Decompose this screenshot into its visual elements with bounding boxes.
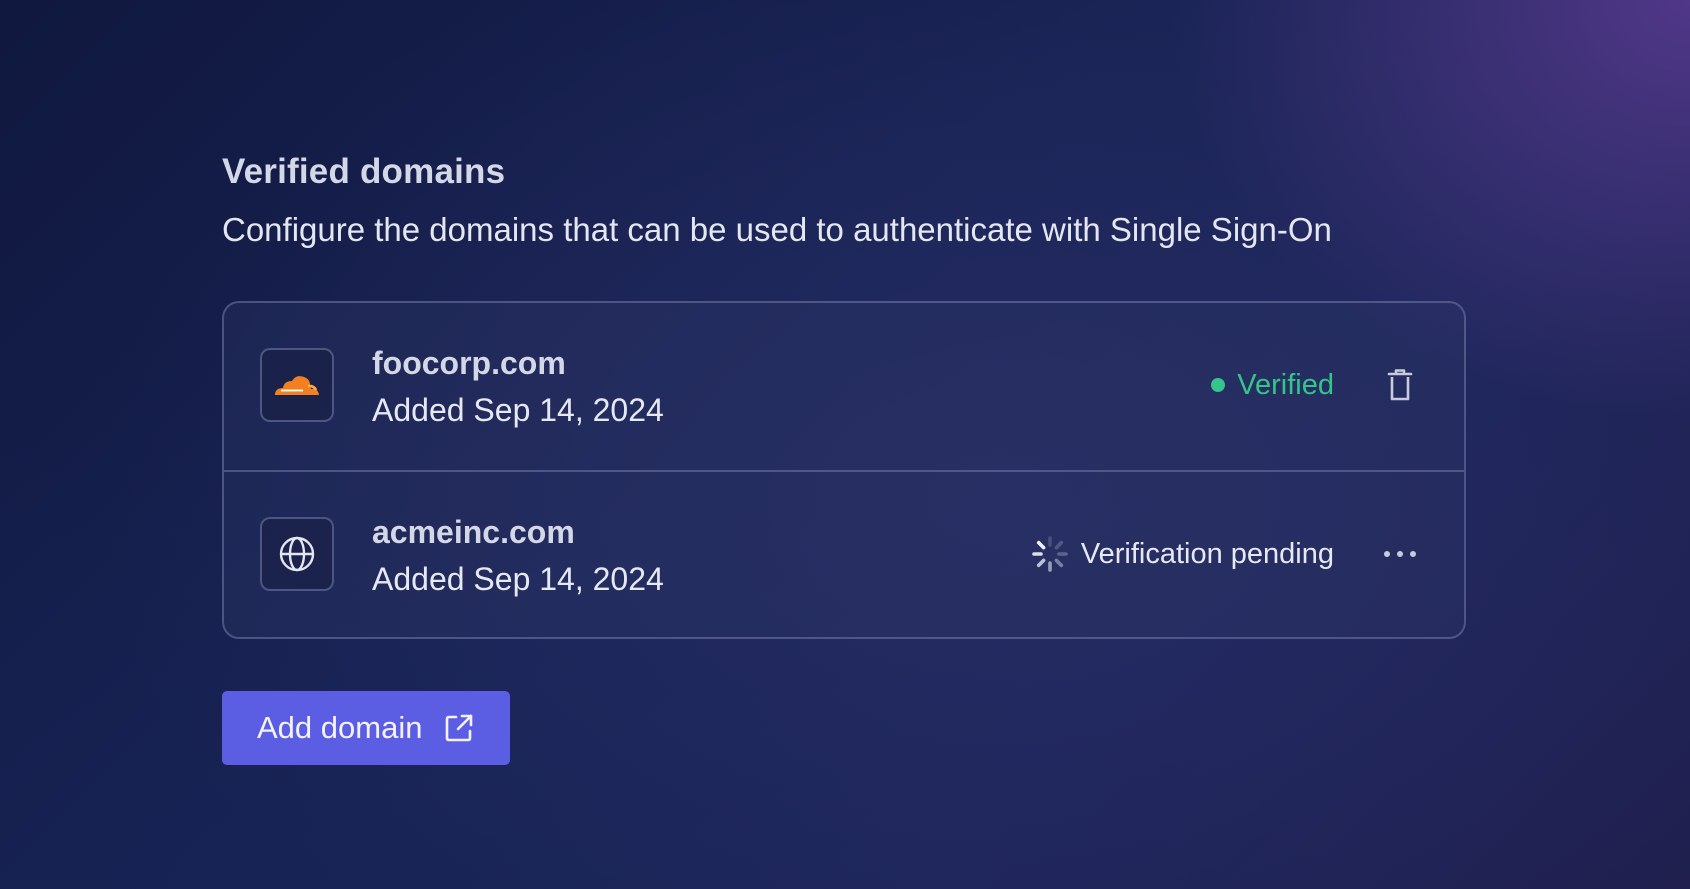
verified-dot-icon — [1211, 378, 1226, 392]
add-domain-button[interactable]: Add domain — [222, 691, 511, 765]
domain-row-acmeinc: acmeinc.com Added Sep 14, 2024 Verificat… — [224, 470, 1464, 637]
domain-added-date: Added Sep 14, 2024 — [372, 561, 664, 597]
domain-logo-box — [260, 348, 334, 422]
domain-row-foocorp: foocorp.com Added Sep 14, 2024 Verified — [224, 303, 1464, 470]
domain-list: foocorp.com Added Sep 14, 2024 Verified — [222, 301, 1466, 639]
status-label: Verified — [1237, 369, 1334, 401]
verified-domains-section: Verified domains Configure the domains t… — [222, 148, 1468, 765]
domain-info: acmeinc.com Added Sep 14, 2024 — [372, 510, 664, 601]
trash-icon — [1387, 369, 1413, 401]
delete-domain-button[interactable] — [1380, 365, 1420, 405]
domain-info: foocorp.com Added Sep 14, 2024 — [372, 341, 664, 432]
section-description: Configure the domains that can be used t… — [222, 211, 1332, 248]
external-link-icon — [444, 713, 474, 743]
status-label: Verification pending — [1080, 538, 1334, 570]
more-icon — [1384, 551, 1416, 557]
status-badge-verified: Verified — [1211, 363, 1334, 407]
globe-icon — [279, 536, 315, 572]
spinner-icon — [1031, 535, 1069, 573]
domain-name: foocorp.com — [372, 345, 566, 381]
section-title: Verified domains — [222, 152, 506, 191]
domain-logo-box — [260, 517, 334, 591]
domain-added-date: Added Sep 14, 2024 — [372, 392, 664, 428]
add-domain-label: Add domain — [257, 710, 423, 745]
status-badge-pending: Verification pending — [1031, 532, 1334, 576]
domain-name: acmeinc.com — [372, 514, 575, 550]
more-options-button[interactable] — [1380, 534, 1420, 574]
cloudflare-icon — [275, 376, 319, 395]
